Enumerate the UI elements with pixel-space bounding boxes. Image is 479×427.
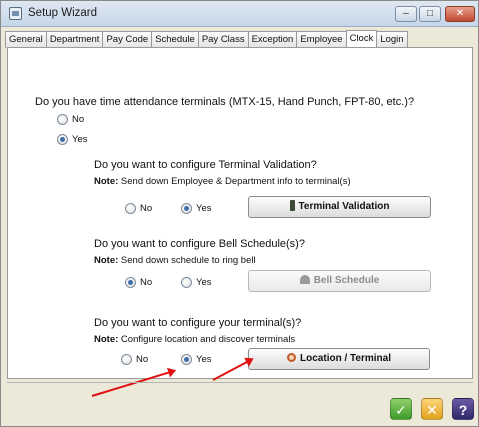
terminal-validation-question: Do you want to configure Terminal Valida… <box>94 159 317 171</box>
note-text: Send down schedule to ring bell <box>118 255 256 266</box>
terminal-icon <box>289 199 295 211</box>
location-icon <box>287 352 297 362</box>
tab-general[interactable]: General <box>5 31 47 48</box>
checkmark-icon: ✓ <box>395 402 407 418</box>
radio-checked-icon <box>181 203 192 214</box>
annotation-arrow-to-location-button <box>212 358 253 381</box>
configure-terminals-note: Note: Configure location and discover te… <box>94 334 295 345</box>
title-bar: Setup Wizard – □ ✕ <box>1 1 478 27</box>
terminal-validation-yes-radio[interactable]: Yes <box>181 203 212 214</box>
location-terminal-button[interactable]: Location / Terminal <box>248 348 430 370</box>
window-title: Setup Wizard <box>28 7 98 19</box>
help-icon: ? <box>458 402 468 418</box>
terminals-yes-radio[interactable]: Yes <box>57 134 88 145</box>
radio-label: No <box>72 114 85 125</box>
radio-unchecked-icon <box>125 203 136 214</box>
tab-employee[interactable]: Employee <box>296 31 347 48</box>
tab-department[interactable]: Department <box>45 31 104 48</box>
tab-exception[interactable]: Exception <box>247 31 298 48</box>
ok-button[interactable]: ✓ <box>390 398 412 420</box>
radio-label: No <box>140 277 153 288</box>
terminal-validation-button[interactable]: Terminal Validation <box>248 196 431 218</box>
radio-checked-icon <box>57 134 68 145</box>
configure-terminals-no-radio[interactable]: No <box>121 354 148 365</box>
bell-schedule-question: Do you want to configure Bell Schedule(s… <box>94 238 305 250</box>
button-label: Location / Terminal <box>300 353 391 364</box>
radio-unchecked-icon <box>181 277 192 288</box>
maximize-button[interactable]: □ <box>419 6 441 22</box>
configure-terminals-yes-radio[interactable]: Yes <box>181 354 212 365</box>
clock-tab-panel: Do you have time attendance terminals (M… <box>7 47 473 397</box>
radio-unchecked-icon <box>57 114 68 125</box>
footer-divider <box>7 382 473 383</box>
radio-checked-icon <box>181 354 192 365</box>
setup-wizard-window: Setup Wizard – □ ✕ General Department Pay … <box>0 0 479 427</box>
radio-label: No <box>136 354 149 365</box>
bell-schedule-no-radio[interactable]: No <box>125 277 152 288</box>
terminal-validation-no-radio[interactable]: No <box>125 203 152 214</box>
bell-icon <box>299 274 310 284</box>
radio-label: Yes <box>196 203 212 214</box>
cancel-button[interactable]: ✕ <box>421 398 443 420</box>
close-icon: ✕ <box>426 402 438 418</box>
help-button[interactable]: ? <box>452 398 474 420</box>
app-icon <box>9 7 22 20</box>
radio-unchecked-icon <box>121 354 132 365</box>
tab-schedule[interactable]: Schedule <box>151 31 199 48</box>
configure-terminals-question: Do you want to configure your terminal(s… <box>94 317 302 329</box>
radio-label: Yes <box>72 134 88 145</box>
radio-label: Yes <box>196 354 212 365</box>
note-text: Configure location and discover terminal… <box>118 334 296 345</box>
note-label: Note: <box>94 334 119 345</box>
bell-schedule-yes-radio[interactable]: Yes <box>181 277 212 288</box>
radio-checked-icon <box>125 277 136 288</box>
tab-strip: General Department Pay Code Schedule Pay Cla… <box>5 29 475 49</box>
tab-pay-code[interactable]: Pay Code <box>102 31 153 48</box>
bell-schedule-note: Note: Send down schedule to ring bell <box>94 255 256 266</box>
note-label: Note: <box>94 176 119 187</box>
terminals-no-radio[interactable]: No <box>57 114 84 125</box>
radio-label: Yes <box>196 277 212 288</box>
minimize-button[interactable]: – <box>395 6 417 22</box>
note-text: Send down Employee & Department info to … <box>118 176 351 187</box>
close-button[interactable]: ✕ <box>445 6 475 22</box>
terminal-validation-note: Note: Send down Employee & Department in… <box>94 176 351 187</box>
note-label: Note: <box>94 255 119 266</box>
button-label: Terminal Validation <box>298 201 390 212</box>
annotation-arrow-to-yes <box>91 369 175 397</box>
tab-pay-class[interactable]: Pay Class <box>197 31 249 48</box>
bell-schedule-button[interactable]: Bell Schedule <box>248 270 431 292</box>
terminals-question: Do you have time attendance terminals (M… <box>35 96 415 108</box>
tab-login[interactable]: Login <box>376 31 408 48</box>
radio-label: No <box>140 203 153 214</box>
button-label: Bell Schedule <box>313 275 380 286</box>
